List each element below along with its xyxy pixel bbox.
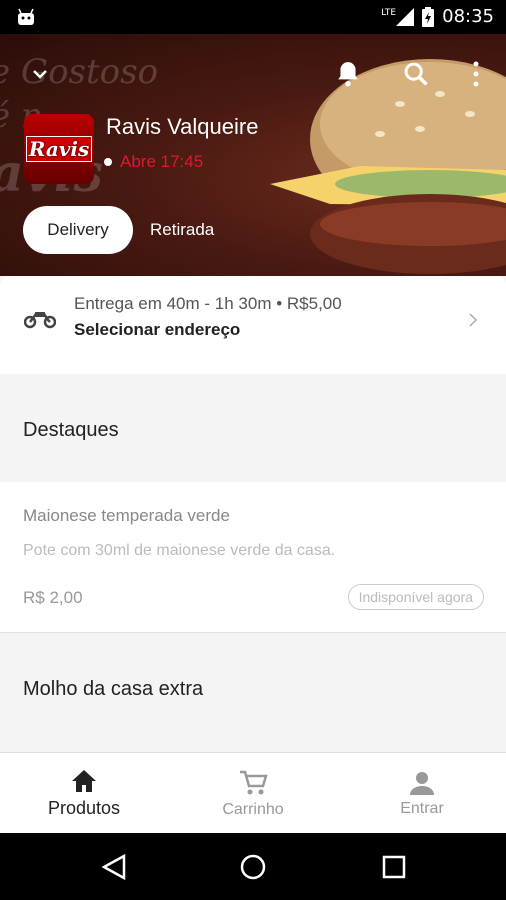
battery-icon [422,6,435,27]
unavailable-badge: Indisponível agora [347,584,484,610]
signal-icon [396,7,415,26]
nav-cart[interactable]: Carrinho [169,753,337,834]
store-name: Ravis Valqueire [106,114,259,139]
more-options-button[interactable] [456,54,496,94]
tab-pickup[interactable]: Retirada [150,206,214,254]
back-triangle-icon [102,854,126,880]
nav-products-label: Produtos [47,798,121,818]
chevron-down-icon [33,70,47,79]
back-button[interactable] [98,851,130,883]
store-logo: Ravis [24,114,94,184]
home-circle-icon [240,854,266,880]
bell-icon [338,62,358,87]
collapse-button[interactable] [20,54,60,94]
product-name: Maionese temperada verde [23,506,230,525]
network-label: LTE [381,7,397,18]
chevron-right-icon [469,313,478,327]
nav-login-label: Entrar [400,799,444,817]
section-header-highlights: Destaques [0,374,506,482]
bottom-navigation: Produtos Carrinho Entrar [0,752,506,834]
store-hero: e Gostoso é n avis Ravis Ravis Valqueire [0,34,506,276]
more-vertical-icon [473,61,479,87]
section-title: Molho da casa extra [23,678,204,700]
section-header-extra-sauce: Molho da casa extra [0,633,506,752]
clock: 08:35 [442,6,494,27]
product-card[interactable]: Maionese temperada verde Pote com 30ml d… [0,482,506,633]
recents-button[interactable] [378,851,410,883]
cart-icon [240,770,268,794]
status-dot-icon [104,158,112,166]
store-status-text: Abre 17:45 [120,152,204,171]
product-price: R$ 2,00 [23,588,83,607]
motorcycle-icon [24,312,56,329]
home-icon [72,770,96,792]
section-title: Destaques [23,419,119,441]
search-icon [404,62,428,86]
tab-delivery[interactable]: Delivery [23,206,133,254]
notifications-button[interactable] [328,54,368,94]
product-description: Pote com 30ml de maionese verde da casa. [23,542,336,559]
search-button[interactable] [396,54,436,94]
person-icon [410,771,434,795]
delivery-address-card[interactable]: Entrega em 40m - 1h 30m • R$5,00 Selecio… [0,276,506,374]
nav-login[interactable]: Entrar [338,753,506,834]
home-system-button[interactable] [237,851,269,883]
recents-square-icon [382,855,406,879]
system-navigation-bar [0,833,506,900]
delivery-info: Entrega em 40m - 1h 30m • R$5,00 [74,294,342,313]
nav-cart-label: Carrinho [222,800,284,818]
nav-products[interactable]: Produtos [0,753,168,834]
status-bar: LTE 08:35 [0,0,506,34]
store-status: Abre 17:45 [104,152,203,172]
android-icon [18,8,34,25]
select-address-label: Selecionar endereço [74,320,241,339]
